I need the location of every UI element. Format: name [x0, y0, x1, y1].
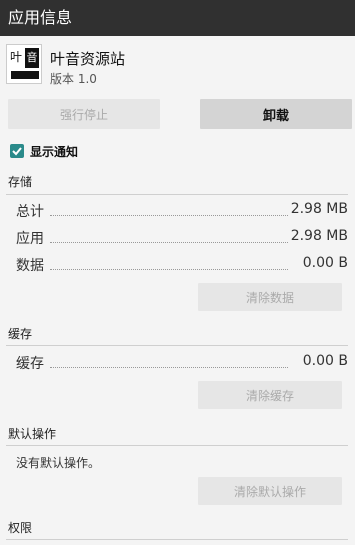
clear-data-button[interactable]: 清除数据 [198, 283, 342, 311]
app-version: 版本 1.0 [50, 72, 97, 86]
page-title: 应用信息 [8, 8, 73, 27]
permissions-heading: 权限 [8, 521, 33, 535]
app-icon: 叶 音 [6, 44, 42, 84]
app-icon-stamp [11, 71, 39, 79]
cache-divider [6, 345, 348, 346]
checkmark-icon [12, 147, 22, 156]
show-notification-checkbox[interactable] [10, 144, 24, 158]
storage-row-app: 应用 2.98 MB [16, 228, 348, 248]
storage-heading: 存储 [8, 175, 33, 189]
storage-row-value: 0.00 B [300, 255, 348, 271]
storage-row-value: 2.98 MB [288, 228, 348, 244]
cache-row-label: 缓存 [16, 353, 46, 373]
app-icon-char-2: 音 [25, 48, 39, 68]
force-stop-button[interactable]: 强行停止 [8, 99, 160, 129]
cache-heading: 缓存 [8, 327, 33, 341]
defaults-text: 没有默认操作。 [16, 456, 101, 470]
storage-row-label: 应用 [16, 228, 46, 248]
clear-defaults-button[interactable]: 清除默认操作 [198, 477, 342, 505]
title-bar: 应用信息 [0, 0, 355, 36]
show-notification-row[interactable]: 显示通知 [10, 142, 78, 160]
app-info-header: 叶 音 叶音资源站 版本 1.0 [0, 36, 355, 92]
storage-row-value: 2.98 MB [288, 201, 348, 217]
cache-row: 缓存 0.00 B [16, 353, 348, 373]
clear-cache-button[interactable]: 清除缓存 [198, 381, 342, 409]
storage-row-total: 总计 2.98 MB [16, 201, 348, 221]
storage-row-data: 数据 0.00 B [16, 255, 348, 275]
defaults-heading: 默认操作 [8, 427, 57, 441]
storage-row-label: 数据 [16, 255, 46, 275]
uninstall-button[interactable]: 卸载 [200, 99, 352, 129]
cache-row-value: 0.00 B [300, 353, 348, 369]
defaults-divider [6, 445, 348, 446]
app-icon-char-1: 叶 [10, 50, 23, 64]
app-name: 叶音资源站 [50, 50, 126, 68]
storage-divider [6, 194, 348, 195]
permissions-divider [6, 539, 348, 540]
show-notification-label: 显示通知 [30, 144, 79, 159]
storage-row-label: 总计 [16, 201, 46, 221]
